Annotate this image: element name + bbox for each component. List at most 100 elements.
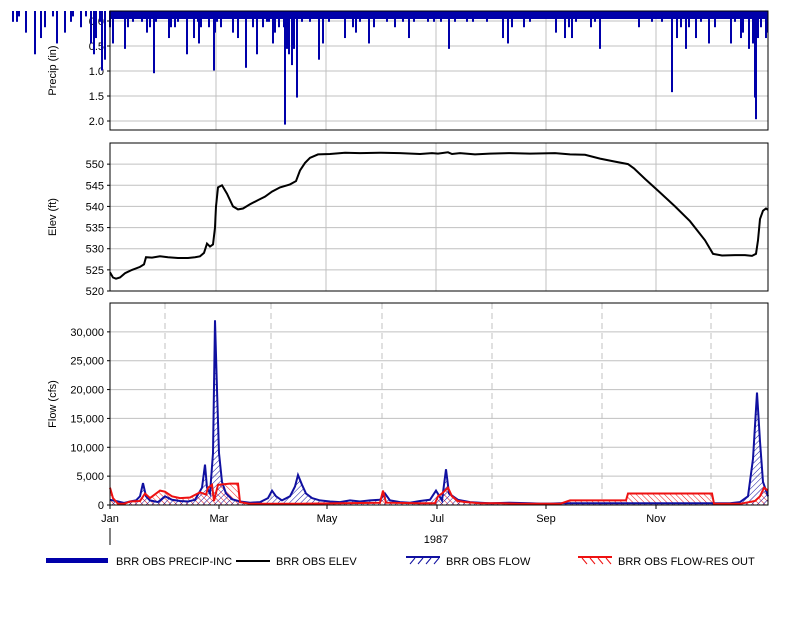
precip-bar-149	[757, 11, 759, 39]
precip-bar-23	[124, 11, 126, 49]
legend-label-elev: BRR OBS ELEV	[276, 556, 357, 568]
precip-bar-134	[688, 11, 690, 28]
precip-ylabel: Precip (in)	[47, 45, 59, 95]
flow-ytick-label-0: 0	[98, 500, 104, 512]
precip-bar-142	[734, 11, 736, 22]
flow-area	[110, 320, 768, 505]
precip-bar-67	[293, 11, 295, 49]
precip-bar-111	[548, 11, 550, 17]
precip-bar-98	[466, 11, 468, 22]
precip-bar-31	[155, 11, 157, 22]
precip-bar-53	[245, 11, 247, 68]
legend-swatch-elev	[236, 560, 270, 562]
precip-bar-24	[127, 11, 129, 28]
flow-ytick-label-3: 15,000	[70, 413, 104, 425]
precip-bar-3	[25, 11, 27, 33]
flow-xtick-label-4: Sep	[536, 513, 556, 525]
precip-bar-90	[413, 11, 415, 22]
precip-bar-15	[93, 11, 95, 55]
precip-bar-133	[685, 11, 687, 49]
flow-xtick-label-0: Jan	[101, 513, 119, 525]
precip-bar-49	[227, 11, 229, 17]
precip-bar-131	[676, 11, 678, 39]
precip-bar-56	[262, 11, 264, 28]
precip-bar-102	[494, 11, 496, 17]
precip-ytick-label-3: 1.5	[89, 91, 104, 103]
precip-bar-46	[214, 11, 216, 33]
flow-xtick-label-5: Nov	[646, 513, 666, 525]
precip-bar-117	[575, 11, 577, 22]
precip-bar-44	[208, 11, 210, 28]
legend-label-flow: BRR OBS FLOW	[446, 556, 531, 568]
precip-bar-101	[486, 11, 488, 22]
precip-bar-35	[174, 11, 176, 28]
precip-bar-143	[740, 11, 742, 39]
flow-ytick-label-5: 25,000	[70, 356, 104, 368]
precip-bar-148	[755, 11, 757, 120]
precip-ytick-label-4: 2.0	[89, 116, 104, 128]
precip-bar-126	[644, 11, 646, 17]
precip-bar-36	[177, 11, 179, 22]
precip-bar-99	[472, 11, 474, 22]
precip-bar-137	[708, 11, 710, 44]
elev-ytick-label-4: 540	[86, 201, 104, 213]
precip-bar-47	[216, 11, 218, 22]
precip-bar-13	[85, 11, 87, 17]
precip-bar-82	[368, 11, 370, 44]
precip-bar-150	[760, 11, 762, 28]
precip-bar-14	[90, 11, 92, 44]
precip-bar-69	[301, 11, 303, 22]
precip-bar-61	[278, 11, 280, 28]
flow-xtick-label-1: Mar	[210, 513, 229, 525]
precip-bar-115	[568, 11, 570, 28]
precip-bar-97	[459, 11, 461, 17]
flow-xtick-label-3: Jul	[430, 513, 444, 525]
precip-bar-110	[541, 11, 543, 17]
precip-bar-28	[149, 11, 151, 28]
precip-bar-94	[440, 11, 442, 22]
legend-label-res-out: BRR OBS FLOW-RES OUT	[618, 556, 755, 568]
elev-ytick-label-6: 550	[86, 159, 104, 171]
precip-bar-7	[52, 11, 54, 17]
precip-bar-112	[555, 11, 557, 33]
precip-bar-54	[252, 11, 254, 28]
precip-bar-59	[272, 11, 274, 44]
precip-bar-123	[616, 11, 618, 17]
elev-ytick-label-3: 535	[86, 223, 104, 235]
precip-bar-138	[714, 11, 716, 28]
precip-bar-103	[502, 11, 504, 39]
precip-bar-141	[730, 11, 732, 44]
flow-frame	[109, 302, 769, 506]
precip-bar-79	[352, 11, 354, 28]
precip-bar-125	[638, 11, 640, 28]
precip-bar-116	[571, 11, 573, 39]
precip-bar-108	[529, 11, 531, 22]
precip-bar-73	[318, 11, 320, 60]
precip-bar-114	[564, 11, 566, 39]
precip-bar-22	[116, 11, 118, 17]
precip-bar-8	[56, 11, 58, 44]
precip-bar-124	[626, 11, 628, 17]
precip-bar-27	[146, 11, 148, 33]
precip-bar-74	[322, 11, 324, 44]
precip-bar-106	[516, 11, 518, 17]
precip-bar-139	[721, 11, 723, 17]
precip-bar-43	[203, 11, 205, 17]
precip-bar-39	[193, 11, 195, 39]
precip-bar-38	[190, 11, 192, 17]
elev-ytick-label-2: 530	[86, 244, 104, 256]
chart-svg: 0.00.51.01.52.0Precip (in)52052553053554…	[12, 10, 769, 546]
precip-bar-81	[359, 11, 361, 22]
precip-bar-70	[305, 11, 307, 17]
precip-bar-128	[661, 11, 663, 22]
precip-bar-140	[725, 11, 727, 17]
legend-swatch-precip	[46, 558, 108, 563]
precip-bar-86	[389, 11, 391, 17]
legend-swatch-flow	[406, 556, 440, 565]
legend: BRR OBS PRECIP-INC BRR OBS ELEV BRR OBS …	[0, 553, 800, 573]
precip-bar-129	[665, 11, 667, 17]
precip-bar-25	[132, 11, 134, 22]
flow-ytick-label-1: 5,000	[76, 471, 104, 483]
precip-bar-127	[651, 11, 653, 22]
precip-bar-122	[608, 11, 610, 17]
